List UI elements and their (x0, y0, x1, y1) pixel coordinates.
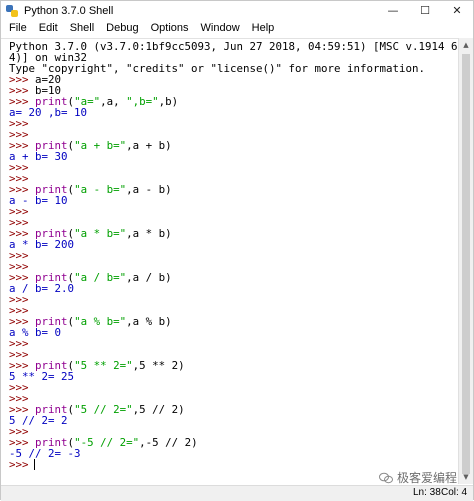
menu-file[interactable]: File (1, 20, 33, 37)
watermark: 极客爱编程 (379, 469, 457, 486)
shell-line: >>> (9, 458, 29, 471)
window-controls: — ☐ ✕ (377, 1, 473, 20)
close-button[interactable]: ✕ (441, 1, 473, 20)
scroll-down-arrow-icon[interactable]: ▼ (459, 470, 473, 484)
text-cursor (34, 459, 35, 470)
shell-text-area[interactable]: Python 3.7.0 (v3.7.0:1bf9cc5093, Jun 27 … (1, 38, 459, 485)
menu-options[interactable]: Options (145, 20, 195, 37)
status-column-number: Col: 4 (441, 487, 468, 498)
chat-bubble-icon (379, 472, 393, 484)
vertical-scrollbar[interactable]: ▲ ▼ (458, 38, 473, 484)
status-bar: Ln: 38 Col: 4 (1, 485, 473, 501)
window-title: Python 3.7.0 Shell (24, 4, 114, 17)
title-bar[interactable]: Python 3.7.0 Shell — ☐ ✕ (1, 1, 473, 20)
python-logo-icon (6, 4, 18, 17)
menu-window[interactable]: Window (195, 20, 246, 37)
menu-debug[interactable]: Debug (100, 20, 144, 37)
menu-edit[interactable]: Edit (33, 20, 64, 37)
scroll-up-arrow-icon[interactable]: ▲ (459, 38, 473, 52)
watermark-text: 极客爱编程 (397, 471, 458, 485)
scrollbar-thumb[interactable] (462, 54, 470, 474)
python-shell-window: Python 3.7.0 Shell — ☐ ✕ File Edit Shell… (0, 0, 474, 501)
menu-bar: File Edit Shell Debug Options Window Hel… (1, 20, 473, 37)
minimize-button[interactable]: — (377, 1, 409, 20)
maximize-button[interactable]: ☐ (409, 1, 441, 20)
menu-shell[interactable]: Shell (64, 20, 100, 37)
status-line-number: Ln: 38 (413, 487, 441, 498)
menu-help[interactable]: Help (246, 20, 281, 37)
shell-line: Type "copyright", "credits" or "license(… (9, 62, 426, 75)
